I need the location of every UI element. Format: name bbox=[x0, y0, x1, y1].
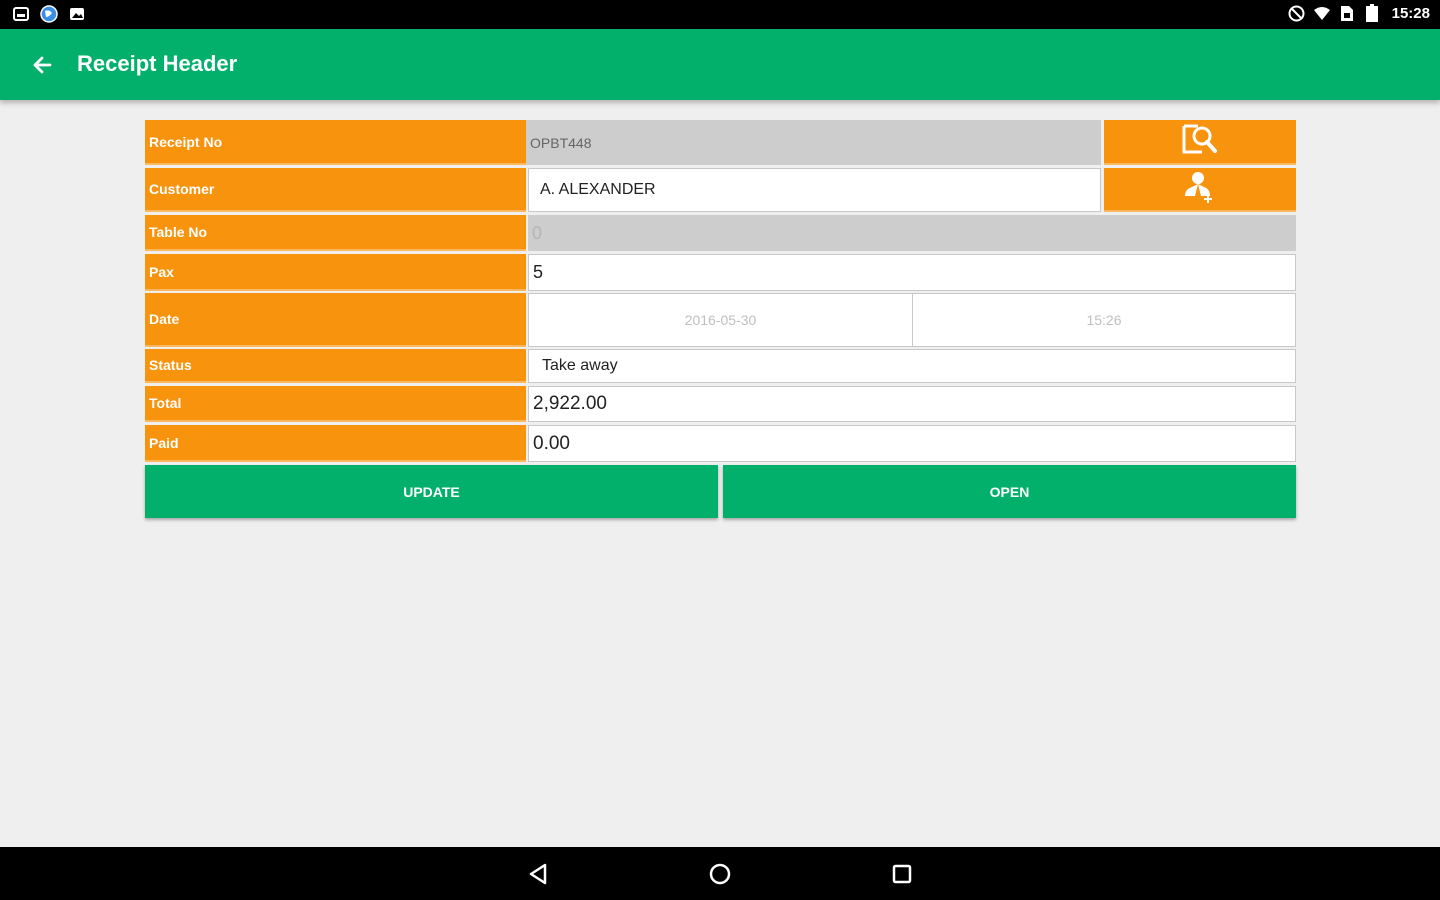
status-label: Status bbox=[145, 349, 526, 383]
battery-icon bbox=[1363, 4, 1381, 22]
status-bar: 15:28 bbox=[0, 0, 1440, 29]
table-no-label: Table No bbox=[145, 215, 526, 251]
customer-field[interactable]: A. ALEXANDER bbox=[528, 168, 1101, 212]
status-dropdown[interactable]: Take away bbox=[528, 349, 1296, 383]
update-button[interactable]: UPDATE bbox=[145, 465, 718, 518]
receipt-no-field: OPBT448 bbox=[526, 120, 1101, 165]
status-time: 15:28 bbox=[1391, 4, 1430, 22]
screenshot-icon bbox=[12, 5, 30, 23]
app-bar: Receipt Header bbox=[0, 29, 1440, 100]
table-no-field: 0 bbox=[528, 215, 1296, 251]
home-circle-icon bbox=[707, 863, 733, 891]
status-bar-system: 15:28 bbox=[1288, 4, 1430, 22]
navigation-bar bbox=[0, 847, 1440, 900]
receipt-search-button[interactable] bbox=[1104, 120, 1296, 165]
back-button[interactable] bbox=[30, 51, 60, 79]
table-no-row: Table No 0 bbox=[145, 215, 1296, 251]
open-button[interactable]: OPEN bbox=[723, 465, 1296, 518]
page-title: Receipt Header bbox=[77, 51, 238, 76]
do-not-disturb-icon bbox=[1288, 4, 1306, 22]
recents-square-icon bbox=[889, 864, 915, 891]
nav-back-button[interactable] bbox=[526, 861, 552, 887]
total-label: Total bbox=[145, 386, 526, 422]
action-buttons: UPDATE OPEN bbox=[145, 465, 1296, 518]
wifi-icon bbox=[1313, 4, 1331, 22]
arrow-left-icon bbox=[30, 56, 60, 83]
receipt-no-label: Receipt No bbox=[145, 120, 526, 165]
gallery-icon bbox=[68, 5, 86, 23]
nav-home-button[interactable] bbox=[707, 861, 733, 887]
nav-recents-button[interactable] bbox=[889, 861, 915, 887]
total-row: Total 2,922.00 bbox=[145, 386, 1296, 422]
globe-icon bbox=[40, 5, 58, 23]
time-picker[interactable]: 15:26 bbox=[912, 293, 1296, 347]
pax-label: Pax bbox=[145, 254, 526, 291]
status-bar-notifications bbox=[12, 5, 86, 23]
add-user-icon bbox=[1182, 169, 1218, 210]
date-label: Date bbox=[145, 293, 526, 347]
total-field[interactable]: 2,922.00 bbox=[528, 386, 1296, 422]
customer-row: Customer A. ALEXANDER bbox=[145, 168, 1296, 212]
receipt-search-icon bbox=[1180, 123, 1220, 160]
paid-row: Paid 0.00 bbox=[145, 425, 1296, 462]
paid-field[interactable]: 0.00 bbox=[528, 425, 1296, 462]
add-customer-button[interactable] bbox=[1104, 168, 1296, 212]
date-row: Date 2016-05-30 15:26 bbox=[145, 293, 1296, 347]
receipt-no-row: Receipt No OPBT448 bbox=[145, 120, 1296, 165]
status-row: Status Take away bbox=[145, 349, 1296, 383]
pax-row: Pax 5 bbox=[145, 254, 1296, 291]
back-triangle-icon bbox=[526, 863, 552, 891]
paid-label: Paid bbox=[145, 425, 526, 462]
date-picker[interactable]: 2016-05-30 bbox=[528, 293, 913, 347]
customer-label: Customer bbox=[145, 168, 526, 212]
sim-icon bbox=[1338, 4, 1356, 22]
pax-field[interactable]: 5 bbox=[528, 254, 1296, 291]
